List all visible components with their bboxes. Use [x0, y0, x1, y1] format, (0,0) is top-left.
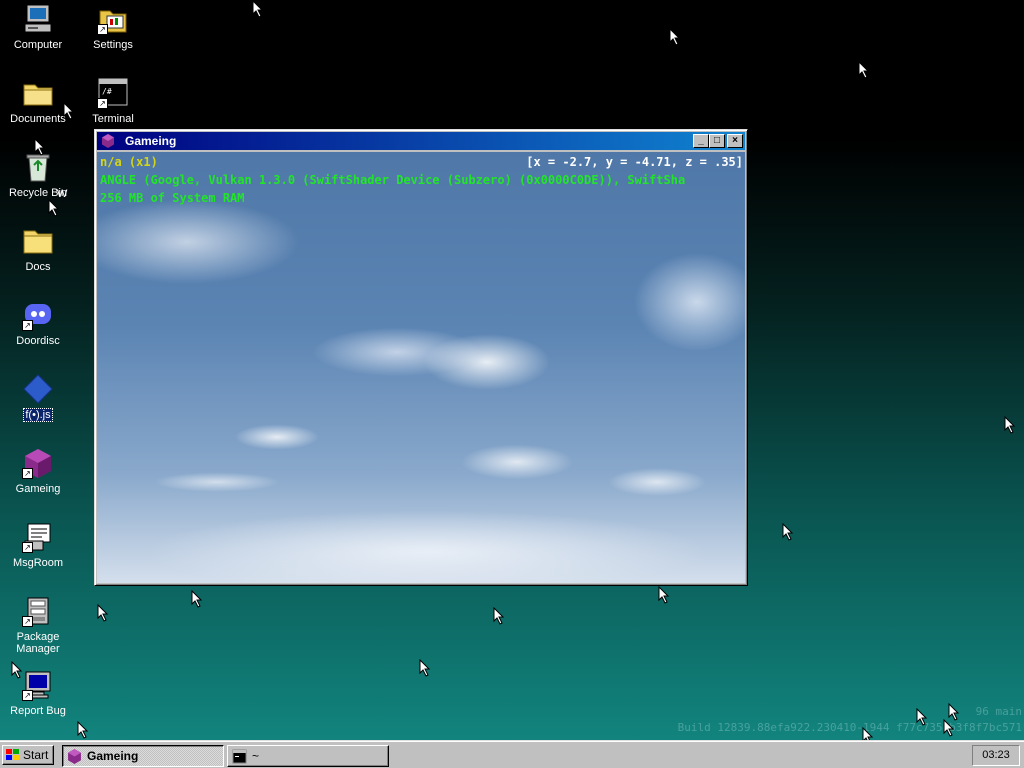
- close-button[interactable]: ×: [727, 134, 743, 148]
- desktop-icon-terminal[interactable]: /# ↗ Terminal: [76, 77, 150, 125]
- desktop-icon-computer[interactable]: Computer: [1, 3, 75, 51]
- cursor-icon: [11, 661, 23, 679]
- start-button[interactable]: Start: [2, 745, 54, 765]
- start-label: Start: [23, 748, 49, 762]
- desktop-icon-gameing[interactable]: ↗ Gameing: [1, 447, 75, 495]
- desktop-icon-label: Doordisc: [16, 335, 60, 347]
- report-bug-icon: ↗: [22, 669, 54, 701]
- cursor-icon: [48, 199, 60, 217]
- desktop-icon-label: Docs: [25, 261, 51, 273]
- shortcut-arrow-icon: ↗: [22, 616, 33, 627]
- cursor-icon: [669, 28, 681, 46]
- shortcut-arrow-icon: ↗: [97, 98, 108, 109]
- cursor-icon: [916, 708, 928, 726]
- desktop-icon-label: Gameing: [15, 483, 61, 495]
- desktop-icon-fjs[interactable]: f(•).js: [1, 373, 75, 422]
- build-line-1: 96 main: [975, 705, 1022, 718]
- cursor-icon: [77, 721, 89, 739]
- build-watermark: 96 main Build 12839.88efa922.230410-1944…: [678, 704, 1022, 736]
- taskbar-item-gameing[interactable]: Gameing: [62, 745, 224, 767]
- desktop-icon-label: Report Bug: [10, 705, 66, 717]
- build-line-2: Build 12839.88efa922.230410-1944 f77c735…: [677, 721, 1022, 734]
- cursor-icon: [858, 61, 870, 79]
- windows-logo-icon: [6, 749, 19, 760]
- cursor-icon: [419, 659, 431, 677]
- shortcut-arrow-icon: ↗: [22, 542, 33, 553]
- hud-gpu-info: ANGLE (Google, Vulkan 1.3.0 (SwiftShader…: [100, 173, 686, 187]
- cursor-icon: [252, 0, 264, 18]
- partially-hidden-label: W: [56, 188, 96, 200]
- shortcut-arrow-icon: ↗: [22, 468, 33, 479]
- terminal-icon: [232, 749, 247, 764]
- window-titlebar[interactable]: Gameing _ □ ×: [97, 132, 745, 150]
- desktop-icon-label: Settings: [93, 39, 133, 51]
- diamond-icon: [22, 373, 54, 405]
- desktop-icon-label: Computer: [13, 39, 63, 51]
- system-tray-clock[interactable]: 03:23: [972, 745, 1020, 766]
- msgroom-icon: ↗: [22, 521, 54, 553]
- desktop-icon-label: Package Manager: [16, 631, 60, 655]
- shortcut-arrow-icon: ↗: [97, 24, 108, 35]
- taskbar: Start Gameing ~ 03:23: [0, 740, 1024, 768]
- shortcut-arrow-icon: ↗: [22, 690, 33, 701]
- desktop-icon-package-manager[interactable]: ↗ Package Manager: [1, 595, 75, 655]
- svg-text:/#: /#: [102, 87, 112, 96]
- package-manager-icon: ↗: [22, 595, 54, 627]
- purple-cube-icon: [68, 749, 81, 764]
- computer-icon: [22, 3, 54, 35]
- maximize-button[interactable]: □: [709, 134, 725, 148]
- desktop-icon-label: Documents: [10, 113, 66, 125]
- taskbar-item-label: ~: [252, 749, 260, 763]
- cursor-icon: [493, 607, 505, 625]
- desktop-icon-label: f(•).js: [23, 408, 53, 422]
- hud-fps: n/a (x1): [100, 155, 158, 169]
- folder-icon: [22, 77, 54, 109]
- cursor-icon: [34, 138, 46, 156]
- cursor-icon: [943, 719, 955, 737]
- clock-text: 03:23: [982, 749, 1010, 761]
- cursor-icon: [191, 590, 203, 608]
- desktop-icon-label: MsgRoom: [12, 557, 64, 569]
- cursor-icon: [97, 604, 109, 622]
- taskbar-item-terminal[interactable]: ~: [227, 745, 389, 767]
- shortcut-arrow-icon: ↗: [22, 320, 33, 331]
- cursor-icon: [63, 102, 75, 120]
- hud-ram-info: 256 MB of System RAM: [100, 191, 245, 205]
- hud-coordinates: [x = -2.7, y = -4.71, z = .35]: [526, 155, 743, 169]
- folder-icon: [22, 225, 54, 257]
- cursor-icon: [782, 523, 794, 541]
- terminal-icon: /# ↗: [97, 77, 129, 109]
- window-title: Gameing: [125, 134, 177, 148]
- purple-cube-icon: ↗: [22, 447, 54, 479]
- desktop-icon-docs[interactable]: Docs: [1, 225, 75, 273]
- desktop-icon-settings[interactable]: ↗ Settings: [76, 3, 150, 51]
- purple-cube-icon: [102, 134, 114, 148]
- doordisc-icon: ↗: [22, 299, 54, 331]
- desktop-icon-label: Terminal: [92, 113, 134, 125]
- desktop-icon-doordisc[interactable]: ↗ Doordisc: [1, 299, 75, 347]
- window-controls: _ □ ×: [693, 134, 743, 148]
- cursor-icon: [1004, 416, 1016, 434]
- taskbar-item-label: Gameing: [87, 749, 139, 763]
- cursor-icon: [658, 586, 670, 604]
- game-viewport[interactable]: n/a (x1) [x = -2.7, y = -4.71, z = .35] …: [97, 152, 745, 583]
- minimize-button[interactable]: _: [693, 134, 709, 148]
- settings-icon: ↗: [97, 3, 129, 35]
- desktop-icon-msgroom[interactable]: ↗ MsgRoom: [1, 521, 75, 569]
- gameing-window[interactable]: Gameing _ □ × n/a (x1) [x = -2.7, y = -4…: [94, 129, 748, 586]
